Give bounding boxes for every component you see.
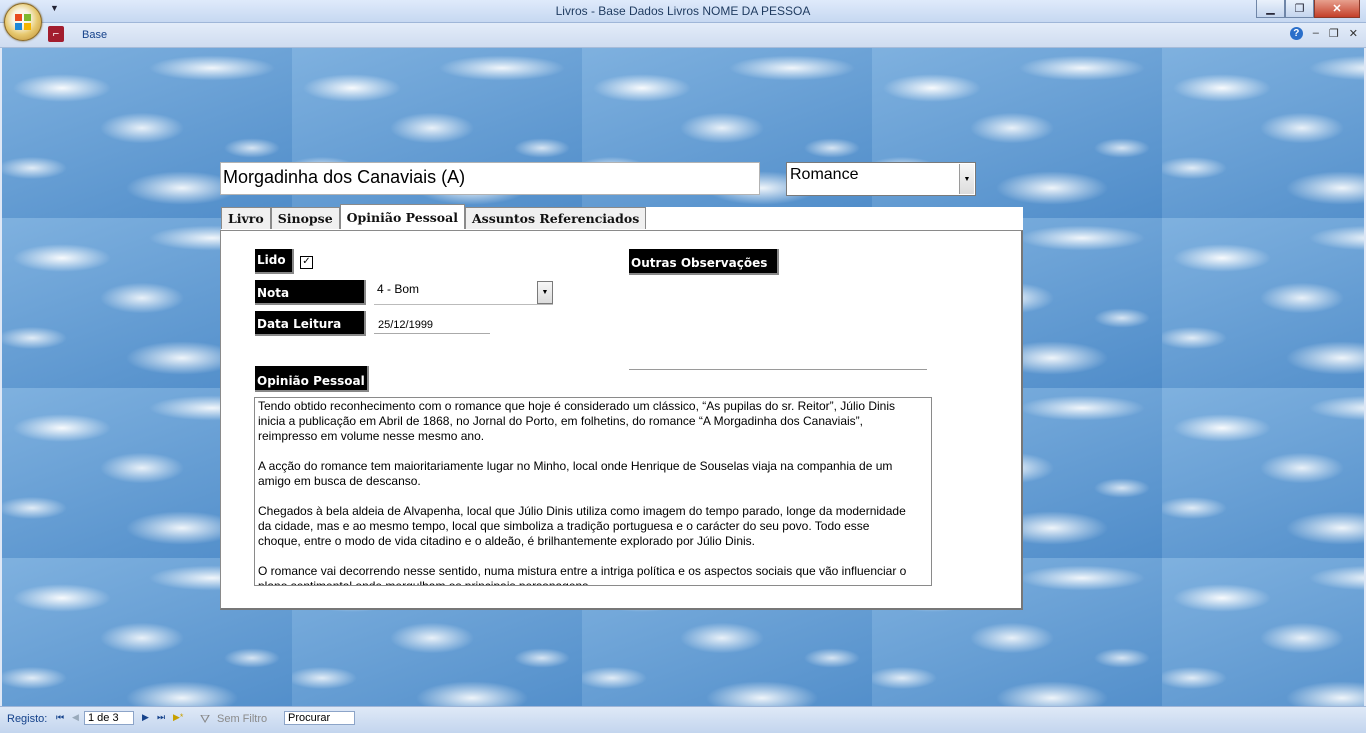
lido-label: Lido xyxy=(255,249,294,274)
data-leitura-label: Data Leitura xyxy=(255,311,366,336)
title-bar: ▼ Livros - Base Dados Livros NOME DA PES… xyxy=(0,0,1366,23)
previous-record-button[interactable]: ◀ xyxy=(72,712,79,723)
ribbon-tab-base[interactable]: Base xyxy=(82,29,107,41)
last-record-button[interactable]: ⏭ xyxy=(157,712,165,723)
tab-opiniao-pessoal[interactable]: Opinião Pessoal xyxy=(339,204,465,229)
office-button[interactable] xyxy=(4,3,42,41)
tab-sinopse[interactable]: Sinopse xyxy=(270,207,340,229)
nota-value: 4 - Bom xyxy=(377,282,420,296)
close-button[interactable]: ✕ xyxy=(1314,0,1360,18)
next-record-button[interactable]: ▶ xyxy=(142,712,149,723)
first-record-button[interactable]: ⏮ xyxy=(56,712,64,723)
access-app-icon: ⌐ xyxy=(48,26,64,42)
registo-label: Registo: xyxy=(7,713,48,725)
genre-combobox[interactable]: Romance ▼ xyxy=(786,162,976,196)
data-leitura-field[interactable]: 25/12/1999 xyxy=(374,317,490,334)
tab-livro[interactable]: Livro xyxy=(221,207,271,229)
tab-strip: Livro Sinopse Opinião Pessoal Assuntos R… xyxy=(221,204,647,231)
outras-observacoes-label: Outras Observações xyxy=(629,249,779,275)
search-input[interactable]: Procurar xyxy=(284,711,355,725)
nota-label: Nota xyxy=(255,280,366,305)
ribbon-controls: ? ‒ ❐ ✕ xyxy=(1289,27,1358,40)
window-title: Livros - Base Dados Livros NOME DA PESSO… xyxy=(555,4,811,18)
window-controls: ▁ ❐ ✕ xyxy=(1256,0,1360,18)
ribbon-minimize-button[interactable]: ‒ xyxy=(1313,27,1319,40)
opiniao-pessoal-label: Opinião Pessoal xyxy=(255,366,369,392)
ribbon-restore-button[interactable]: ❐ xyxy=(1329,27,1339,40)
record-navigation-bar: Registo: ⏮ ◀ 1 de 3 ▶ ⏭ ▶* ⛛ Sem Filtro … xyxy=(0,706,1366,733)
opiniao-pessoal-text: Tendo obtido reconhecimento com o romanc… xyxy=(258,399,907,586)
new-record-button[interactable]: ▶* xyxy=(173,712,183,723)
chevron-down-icon[interactable]: ▼ xyxy=(959,164,974,194)
help-icon[interactable]: ? xyxy=(1289,27,1303,40)
lido-checkbox[interactable]: ✓ xyxy=(300,256,313,269)
minimize-button[interactable]: ▁ xyxy=(1256,0,1285,18)
ribbon-close-button[interactable]: ✕ xyxy=(1349,27,1358,40)
tab-assuntos-referenciados[interactable]: Assuntos Referenciados xyxy=(464,207,647,229)
nota-combobox[interactable]: 4 - Bom ▼ xyxy=(374,280,553,305)
book-title-field[interactable]: Morgadinha dos Canaviais (A) xyxy=(220,162,760,195)
opiniao-pessoal-textarea[interactable]: Tendo obtido reconhecimento com o romanc… xyxy=(254,397,932,586)
ribbon-bar: ⌐ Base ? ‒ ❐ ✕ xyxy=(0,23,1366,48)
filter-toggle[interactable]: Sem Filtro xyxy=(217,713,267,725)
office-logo-icon xyxy=(15,14,31,30)
maximize-button[interactable]: ❐ xyxy=(1285,0,1314,18)
outras-observacoes-field[interactable] xyxy=(629,369,927,370)
chevron-down-icon[interactable]: ▼ xyxy=(537,281,553,304)
genre-value: Romance xyxy=(790,166,859,183)
record-position-field[interactable]: 1 de 3 xyxy=(84,711,134,725)
funnel-icon: ⛛ xyxy=(200,712,211,726)
